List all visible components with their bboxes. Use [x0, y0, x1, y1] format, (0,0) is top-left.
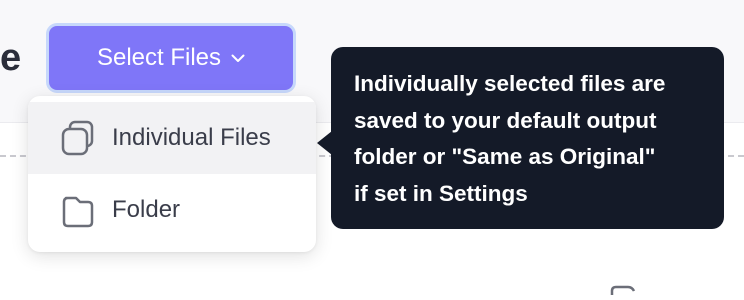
tooltip-line: Individually selected files are [354, 71, 666, 96]
folder-icon [58, 190, 98, 230]
page-title-fragment: e [0, 37, 22, 79]
files-stack-icon [608, 282, 638, 300]
select-files-button[interactable]: Select Files [49, 26, 293, 90]
select-files-label: Select Files [96, 44, 222, 71]
menu-item-folder[interactable]: Folder [28, 174, 316, 246]
menu-item-label: Individual Files [112, 124, 271, 151]
tooltip-arrow [317, 131, 332, 155]
tooltip: Individually selected files are saved to… [331, 47, 724, 229]
menu-item-individual-files[interactable]: Individual Files [28, 102, 316, 174]
select-files-dropdown: Individual Files Folder [28, 96, 316, 252]
tooltip-line: if set in Settings [354, 180, 528, 206]
chevron-down-icon [231, 54, 245, 63]
files-stack-icon [58, 118, 98, 158]
tooltip-line: saved to your default output [354, 107, 657, 133]
menu-item-label: Folder [112, 196, 181, 223]
tooltip-line: folder or "Same as Original" [354, 144, 656, 169]
